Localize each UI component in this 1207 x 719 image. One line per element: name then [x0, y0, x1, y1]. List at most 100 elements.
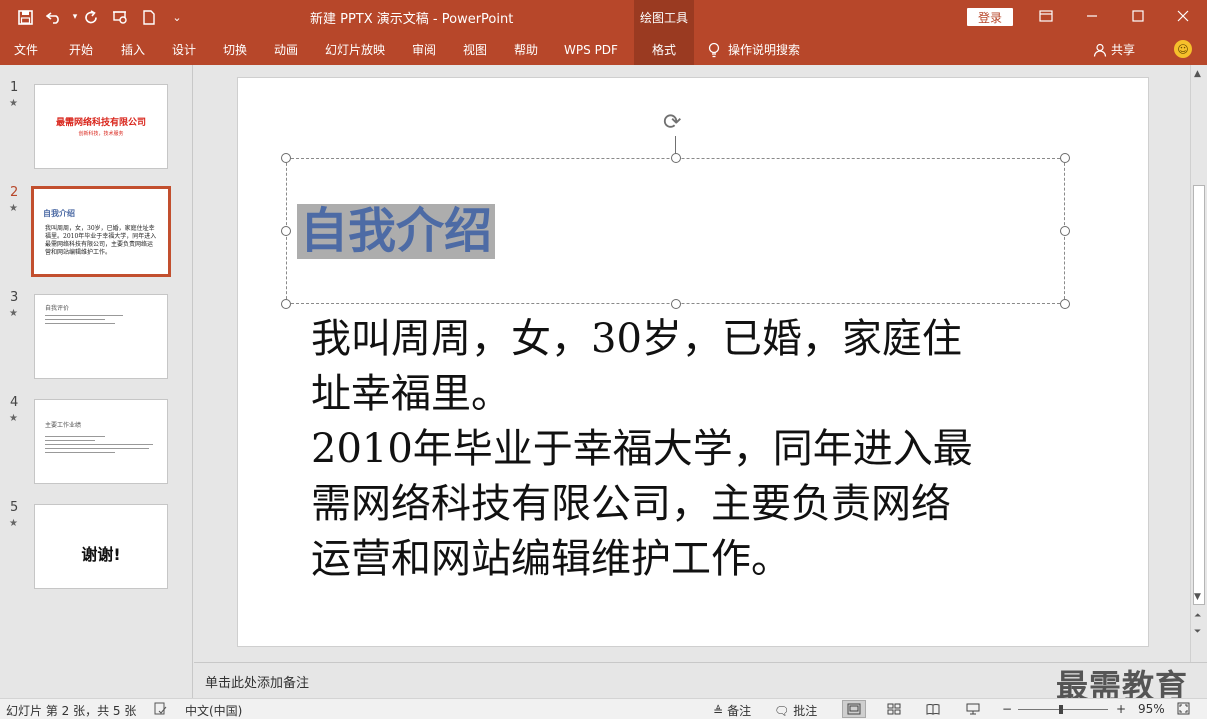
fit-to-window-icon[interactable]	[1177, 702, 1190, 715]
lightbulb-icon	[708, 42, 720, 57]
minimize-icon[interactable]	[1077, 5, 1107, 27]
notes-toggle-button[interactable]: ≜ 备注	[713, 702, 751, 719]
tab-transitions[interactable]: 切换	[210, 34, 260, 65]
ribbon-display-icon[interactable]	[1031, 5, 1061, 27]
thumb-number: 2	[10, 185, 19, 200]
thumb-subtitle: 创新科技，技术服务	[78, 131, 124, 137]
slide-body-text[interactable]: 我叫周周，女，30岁，已婚，家庭住 址幸福里。 2010年毕业于幸福大学，同年进…	[311, 312, 1051, 587]
resize-handle-right[interactable]	[1060, 226, 1070, 236]
thumb-number: 3	[10, 290, 19, 305]
resize-handle-top-right[interactable]	[1060, 153, 1070, 163]
document-title: 新建 PPTX 演示文稿 - PowerPoint	[310, 12, 514, 27]
zoom-slider[interactable]	[1018, 705, 1108, 714]
scrollbar-thumb[interactable]	[1193, 185, 1205, 605]
slide-sorter-view-icon[interactable]	[882, 700, 906, 718]
animation-star-icon: ★	[9, 518, 18, 529]
tab-slideshow[interactable]: 幻灯片放映	[318, 34, 392, 65]
comments-toggle-button[interactable]: 🗨 批注	[774, 702, 817, 719]
save-icon[interactable]	[14, 7, 36, 27]
status-bar: 幻灯片 第 2 张，共 5 张 中文(中国) ≜ 备注 🗨 批注 − + 95%	[0, 698, 1207, 719]
slide-thumbnail-4[interactable]: 主要工作业绩	[34, 399, 168, 484]
tell-me-label: 操作说明搜索	[728, 43, 801, 57]
zoom-in-icon[interactable]: +	[1116, 702, 1126, 716]
resize-handle-bottom[interactable]	[671, 299, 681, 309]
body-line: 需网络科技有限公司，主要负责网络	[311, 481, 951, 527]
previous-slide-icon[interactable]: ⏶	[1194, 611, 1201, 621]
title-placeholder[interactable]: 自我介绍	[281, 153, 1070, 309]
reading-view-icon[interactable]	[921, 700, 945, 718]
tab-home[interactable]: 开始	[56, 34, 106, 65]
tell-me-search[interactable]: 操作说明搜索	[708, 34, 800, 65]
redo-icon[interactable]	[80, 7, 102, 27]
scroll-up-icon[interactable]: ▲	[1194, 69, 1201, 79]
person-icon	[1093, 43, 1107, 57]
comment-icon: 🗨	[774, 703, 790, 718]
next-slide-icon[interactable]: ⏷	[1194, 627, 1201, 637]
thumb-body: 我叫周周，女，30岁，已婚，家庭住址幸福里。2010年毕业于幸福大学，同年进入最…	[45, 225, 157, 256]
animation-star-icon: ★	[9, 413, 18, 424]
rotate-handle-icon[interactable]: ⟳	[663, 112, 681, 134]
feedback-smiley-icon[interactable]: ☺	[1174, 40, 1192, 58]
resize-handle-top[interactable]	[671, 153, 681, 163]
current-slide[interactable]: ⟳ 自我介绍 我叫周周，女，30岁，已婚，家庭住 址幸福里。 2010年毕业于幸…	[237, 77, 1149, 647]
resize-handle-left[interactable]	[281, 226, 291, 236]
share-button[interactable]: 共享	[1093, 34, 1135, 65]
customize-icon[interactable]: ⌄	[166, 7, 188, 27]
notes-icon: ≜	[713, 703, 724, 718]
tab-insert[interactable]: 插入	[108, 34, 158, 65]
resize-handle-bottom-right[interactable]	[1060, 299, 1070, 309]
tab-view[interactable]: 视图	[450, 34, 500, 65]
title-bar: ▾ ⌄ 新建 PPTX 演示文稿 - PowerPoint 绘图工具 登录	[0, 0, 1207, 34]
tab-review[interactable]: 审阅	[399, 34, 449, 65]
comments-toggle-label: 批注	[793, 704, 818, 718]
tab-file[interactable]: 文件	[0, 34, 52, 65]
thumb-number: 5	[10, 500, 19, 515]
slide-thumbnail-1[interactable]: 最需网络科技有限公司 创新科技，技术服务	[34, 84, 168, 169]
present-icon[interactable]	[109, 7, 131, 27]
thumb-title: 谢谢!	[81, 545, 121, 564]
vertical-scrollbar[interactable]: ▲ ▼ ⏶ ⏷	[1190, 65, 1207, 662]
slide-thumbnail-2[interactable]: 自我介绍 我叫周周，女，30岁，已婚，家庭住址幸福里。2010年毕业于幸福大学，…	[31, 186, 171, 277]
close-icon[interactable]	[1168, 5, 1198, 27]
thumb-number: 4	[10, 395, 19, 410]
scroll-down-icon[interactable]: ▼	[1194, 592, 1201, 602]
notes-toggle-label: 备注	[727, 704, 752, 718]
thumb-number: 1	[10, 80, 19, 95]
slideshow-view-icon[interactable]	[961, 700, 985, 718]
slide-count: 幻灯片 第 2 张，共 5 张	[6, 704, 137, 718]
tab-wps-pdf[interactable]: WPS PDF	[556, 34, 626, 65]
notes-pane[interactable]: 单击此处添加备注 最需教育	[194, 662, 1207, 705]
tab-design[interactable]: 设计	[159, 34, 209, 65]
zoom-out-icon[interactable]: −	[1002, 702, 1012, 716]
tab-help[interactable]: 帮助	[501, 34, 551, 65]
maximize-icon[interactable]	[1123, 5, 1153, 27]
body-line: 运营和网站编辑维护工作。	[311, 536, 791, 582]
thumb-title: 自我介绍	[43, 209, 75, 218]
thumb-lines	[45, 436, 155, 453]
body-line: 我叫周周，女，30岁，已婚，家庭住	[311, 316, 962, 362]
resize-handle-bottom-left[interactable]	[281, 299, 291, 309]
login-button[interactable]: 登录	[967, 8, 1013, 26]
body-line: 址幸福里。	[311, 371, 511, 417]
thumb-title: 主要工作业绩	[45, 422, 82, 429]
animation-star-icon: ★	[9, 203, 18, 214]
slide-title[interactable]: 自我介绍	[297, 204, 496, 259]
slide-thumbnail-3[interactable]: 自我评价	[34, 294, 168, 379]
zoom-level[interactable]: 95%	[1138, 702, 1165, 716]
tab-format[interactable]: 格式	[634, 34, 694, 65]
notes-placeholder[interactable]: 单击此处添加备注	[205, 672, 309, 691]
context-tab-drawing-tools: 绘图工具	[634, 0, 694, 34]
body-line: 2010年毕业于幸福大学，同年进入最	[311, 426, 973, 472]
language-indicator[interactable]: 中文(中国)	[185, 702, 242, 719]
thumb-title: 最需网络科技有限公司	[55, 118, 146, 128]
zoom-slider-thumb[interactable]	[1058, 705, 1063, 714]
thumb-lines	[45, 315, 125, 324]
ribbon-tab-row: 文件 开始 插入 设计 切换 动画 幻灯片放映 审阅 视图 帮助 WPS PDF…	[0, 34, 1207, 65]
undo-icon[interactable]	[43, 7, 65, 27]
tab-animations[interactable]: 动画	[261, 34, 311, 65]
new-file-icon[interactable]	[138, 7, 160, 27]
spellcheck-icon[interactable]	[154, 702, 167, 715]
resize-handle-top-left[interactable]	[281, 153, 291, 163]
slide-thumbnail-5[interactable]: 谢谢!	[34, 504, 168, 589]
normal-view-icon[interactable]	[842, 700, 866, 718]
